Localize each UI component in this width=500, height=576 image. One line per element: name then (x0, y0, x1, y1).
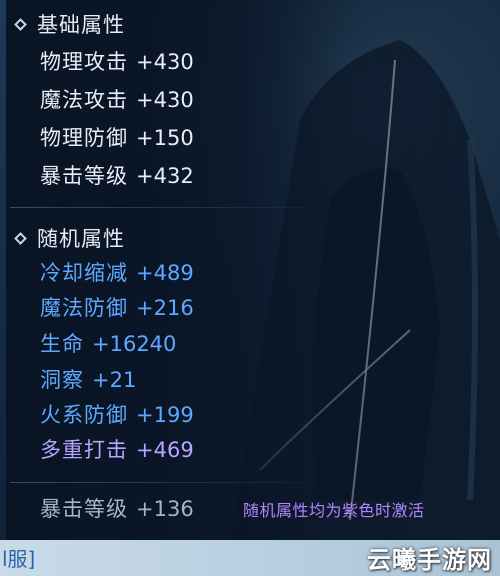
stat-name: 火系防御 (40, 403, 128, 427)
diamond-icon (14, 17, 27, 31)
site-watermark: 云曦手游网 (367, 538, 492, 576)
stat-value: +430 (136, 50, 194, 74)
base-section-title: 基础属性 (37, 13, 125, 37)
stat-row: 暴击等级 +432 (40, 162, 194, 190)
stat-value: +21 (92, 368, 137, 392)
stat-value: +216 (136, 296, 194, 320)
stat-name: 物理防御 (40, 126, 128, 150)
server-tag: l服] (2, 547, 36, 571)
activation-note: 随机属性均为紫色时激活 (243, 501, 425, 520)
stat-row: 物理防御 +150 (40, 124, 194, 152)
stat-row: 生命 +16240 (40, 330, 176, 358)
stat-name: 魔法防御 (40, 296, 128, 320)
section-divider (10, 207, 310, 208)
stat-value: +469 (136, 438, 194, 462)
stat-row: 物理攻击 +430 (40, 48, 194, 76)
section-divider (10, 482, 310, 483)
stat-value: +432 (136, 164, 194, 188)
stat-name: 冷却缩减 (40, 261, 128, 285)
watermark-text: 云曦手游网 (367, 545, 492, 574)
set-bonus-stat: 暴击等级 +136 (40, 495, 194, 523)
stat-row: 多重打击 +469 (40, 436, 194, 464)
stat-row: 魔法攻击 +430 (40, 86, 194, 114)
stat-value: +136 (136, 497, 194, 521)
panel-edge (0, 0, 6, 540)
random-section-header: 随机属性 (14, 224, 125, 252)
stat-row: 洞察 +21 (40, 366, 136, 394)
stat-row: 冷却缩减 +489 (40, 259, 194, 287)
stat-row: 魔法防御 +216 (40, 294, 194, 322)
stat-value: +199 (136, 403, 194, 427)
stat-name: 魔法攻击 (40, 88, 128, 112)
stat-name: 暴击等级 (40, 164, 128, 188)
stat-value: +150 (136, 126, 194, 150)
stat-value: +489 (136, 261, 194, 285)
stat-name: 物理攻击 (40, 50, 128, 74)
stat-value: +430 (136, 88, 194, 112)
stat-name: 多重打击 (40, 438, 128, 462)
stat-name: 暴击等级 (40, 497, 128, 521)
stat-value: +16240 (92, 332, 177, 356)
base-section-header: 基础属性 (14, 10, 125, 38)
random-section-title: 随机属性 (37, 227, 125, 251)
diamond-icon (14, 231, 27, 245)
stat-name: 生命 (40, 332, 84, 356)
stat-row: 火系防御 +199 (40, 401, 194, 429)
stat-name: 洞察 (40, 368, 84, 392)
item-tooltip-screen: 基础属性 物理攻击 +430 魔法攻击 +430 物理防御 +150 暴击等级 +432… (0, 0, 500, 576)
